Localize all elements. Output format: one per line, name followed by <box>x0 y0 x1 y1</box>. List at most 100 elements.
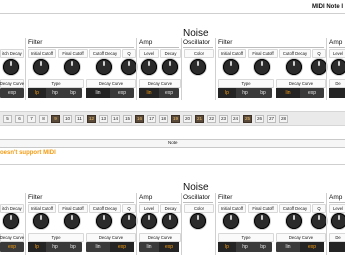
filter2-type-select[interactable]: lp hp bp <box>218 88 272 98</box>
filter2-q-label: Q <box>312 204 326 213</box>
step-5[interactable]: 5 <box>3 114 12 123</box>
filter2-type-bp[interactable]: bp <box>254 242 272 252</box>
step-21[interactable]: 21 <box>195 114 204 123</box>
filter-type-lp[interactable]: lp <box>28 88 46 98</box>
step-15[interactable]: 15 <box>123 114 132 123</box>
step-14[interactable]: 14 <box>111 114 120 123</box>
filter2-curve-lin[interactable]: lin <box>276 242 300 252</box>
amp-curve-select[interactable]: lin exp <box>139 242 179 252</box>
initial-cutoff-knob[interactable] <box>33 59 49 75</box>
step-6[interactable]: 6 <box>15 114 24 123</box>
filter-type-lp[interactable]: lp <box>28 242 46 252</box>
step-7[interactable]: 7 <box>27 114 36 123</box>
amp-decay-knob[interactable] <box>162 213 178 229</box>
filter-curve-lin[interactable]: lin <box>86 242 110 252</box>
filter2-type-bp[interactable]: bp <box>254 88 272 98</box>
filter2-curve-select[interactable]: lin exp <box>276 88 324 98</box>
step-12[interactable]: 12 <box>87 114 96 123</box>
filter2-type-select[interactable]: lp hp bp <box>218 242 272 252</box>
filter-curve-exp[interactable]: exp <box>110 242 134 252</box>
filter-type-hp[interactable]: hp <box>46 242 64 252</box>
amp2-level-knob[interactable] <box>331 213 345 229</box>
pitch-curve-exp[interactable]: exp <box>0 88 24 98</box>
q-knob[interactable] <box>121 213 137 229</box>
step-25[interactable]: 25 <box>243 114 252 123</box>
filter2-curve-lin[interactable]: lin <box>276 88 300 98</box>
step-27[interactable]: 27 <box>267 114 276 123</box>
filter2-cutoff-decay-knob[interactable] <box>286 213 302 229</box>
amp-curve-lin[interactable]: lin <box>139 242 159 252</box>
initial-cutoff-label: Initial Cutoff <box>28 49 56 58</box>
amp-decay-label: Decay <box>160 49 181 58</box>
step-9[interactable]: 9 <box>51 114 60 123</box>
q-knob[interactable] <box>121 59 137 75</box>
osc-color-knob[interactable] <box>190 213 206 229</box>
step-19[interactable]: 19 <box>171 114 180 123</box>
pitch-decay-knob[interactable] <box>3 59 19 75</box>
filter-type-label: Type <box>28 79 84 88</box>
amp-curve-lin[interactable]: lin <box>139 88 159 98</box>
filter-type-select[interactable]: lp hp bp <box>28 242 82 252</box>
filter2-type-lp[interactable]: lp <box>218 242 236 252</box>
step-24[interactable]: 24 <box>231 114 240 123</box>
pitch-decay-knob[interactable] <box>3 213 19 229</box>
filter2-type-lp[interactable]: lp <box>218 88 236 98</box>
amp-curve-exp[interactable]: exp <box>159 242 179 252</box>
filter-curve-exp[interactable]: exp <box>110 88 134 98</box>
step-28[interactable]: 28 <box>279 114 288 123</box>
filter-curve-lin[interactable]: lin <box>86 88 110 98</box>
filter2-type-hp[interactable]: hp <box>236 88 254 98</box>
filter-type-bp[interactable]: bp <box>64 242 82 252</box>
amp2-curve-opt[interactable] <box>329 242 345 252</box>
pitch-curve-exp[interactable]: exp <box>0 242 24 252</box>
filter2-initial-cutoff-knob[interactable] <box>223 59 239 75</box>
pitch-curve-select[interactable]: exp <box>0 242 24 252</box>
filter2-final-cutoff-knob[interactable] <box>254 59 270 75</box>
final-cutoff-knob[interactable] <box>64 213 80 229</box>
amp2-curve-select[interactable] <box>329 88 345 98</box>
filter2-q-knob[interactable] <box>311 213 327 229</box>
initial-cutoff-knob[interactable] <box>33 213 49 229</box>
filter-type-hp[interactable]: hp <box>46 88 64 98</box>
amp-curve-select[interactable]: lin exp <box>139 88 179 98</box>
amp-decay-knob[interactable] <box>162 59 178 75</box>
step-22[interactable]: 22 <box>207 114 216 123</box>
filter-heading: Filter <box>28 194 43 201</box>
cutoff-decay-knob[interactable] <box>96 213 112 229</box>
filter2-q-knob[interactable] <box>311 59 327 75</box>
filter2-curve-exp[interactable]: exp <box>300 242 324 252</box>
filter-heading: Filter <box>28 39 43 46</box>
final-cutoff-knob[interactable] <box>64 59 80 75</box>
amp2-curve-opt[interactable] <box>329 88 345 98</box>
divider <box>0 164 345 165</box>
filter-type-select[interactable]: lp hp bp <box>28 88 82 98</box>
amp-level-knob[interactable] <box>141 213 157 229</box>
filter2-cutoff-decay-knob[interactable] <box>286 59 302 75</box>
step-17[interactable]: 17 <box>147 114 156 123</box>
cutoff-decay-knob[interactable] <box>96 59 112 75</box>
amp-level-knob[interactable] <box>141 59 157 75</box>
filter-type-bp[interactable]: bp <box>64 88 82 98</box>
step-18[interactable]: 18 <box>159 114 168 123</box>
filter2-final-cutoff-knob[interactable] <box>254 213 270 229</box>
amp-curve-exp[interactable]: exp <box>159 88 179 98</box>
filter2-curve-exp[interactable]: exp <box>300 88 324 98</box>
step-26[interactable]: 26 <box>255 114 264 123</box>
step-8[interactable]: 8 <box>39 114 48 123</box>
filter-curve-select[interactable]: lin exp <box>86 242 134 252</box>
filter2-initial-cutoff-knob[interactable] <box>223 213 239 229</box>
step-13[interactable]: 13 <box>99 114 108 123</box>
filter-curve-select[interactable]: lin exp <box>86 88 134 98</box>
amp2-level-knob[interactable] <box>331 59 345 75</box>
step-16[interactable]: 16 <box>135 114 144 123</box>
divider <box>181 193 182 255</box>
filter2-type-hp[interactable]: hp <box>236 242 254 252</box>
step-11[interactable]: 11 <box>75 114 84 123</box>
amp2-curve-select[interactable] <box>329 242 345 252</box>
filter2-curve-select[interactable]: lin exp <box>276 242 324 252</box>
step-10[interactable]: 10 <box>63 114 72 123</box>
step-20[interactable]: 20 <box>183 114 192 123</box>
osc-color-knob[interactable] <box>190 59 206 75</box>
step-23[interactable]: 23 <box>219 114 228 123</box>
pitch-curve-select[interactable]: exp <box>0 88 24 98</box>
